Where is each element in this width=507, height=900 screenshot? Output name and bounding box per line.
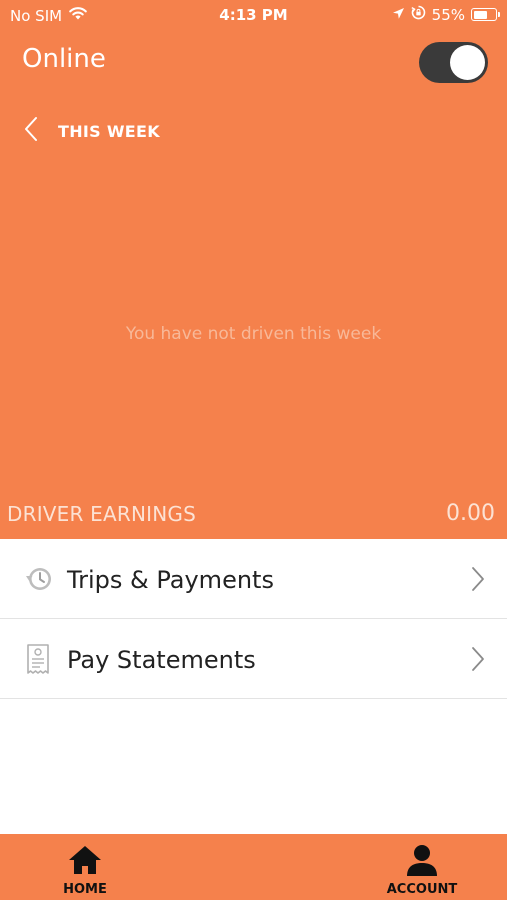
home-icon [67,844,103,876]
status-bar: No SIM 4:13 PM 55% [0,0,507,30]
location-arrow-icon [392,6,405,24]
empty-state-message: You have not driven this week [125,324,382,344]
person-icon [404,844,440,876]
bottom-tab-bar: HOME ACCOUNT [0,834,507,900]
driver-earnings-screen: No SIM 4:13 PM 55% Online THIS WEEK You … [0,0,507,900]
toggle-knob [450,45,485,80]
battery-icon [471,8,500,21]
week-selector[interactable]: THIS WEEK [24,116,160,146]
status-right-group: 55% [392,5,500,24]
week-label: THIS WEEK [58,121,160,141]
earnings-header: No SIM 4:13 PM 55% Online THIS WEEK You … [0,0,507,539]
pay-statements-item[interactable]: Pay Statements [0,619,507,699]
driver-earnings-value: 0.00 [446,501,495,526]
trips-payments-item[interactable]: Trips & Payments [0,539,507,619]
receipt-icon [23,643,55,675]
earnings-menu-list: Trips & Payments Pay Statements [0,539,507,699]
battery-percent: 55% [431,5,465,24]
orientation-lock-icon [411,5,426,24]
pay-statements-label: Pay Statements [67,646,256,674]
trips-payments-label: Trips & Payments [67,566,274,594]
chevron-left-icon[interactable] [24,116,38,146]
online-toggle[interactable] [419,42,488,83]
driver-earnings-label: DRIVER EARNINGS [7,502,196,526]
chevron-right-icon [471,566,485,592]
tab-account[interactable]: ACCOUNT [367,834,477,900]
chevron-right-icon [471,646,485,672]
tab-home-label: HOME [63,882,107,897]
tab-account-label: ACCOUNT [386,882,458,897]
history-clock-icon [23,563,55,595]
tab-home[interactable]: HOME [30,834,140,900]
online-status-title: Online [22,44,106,74]
